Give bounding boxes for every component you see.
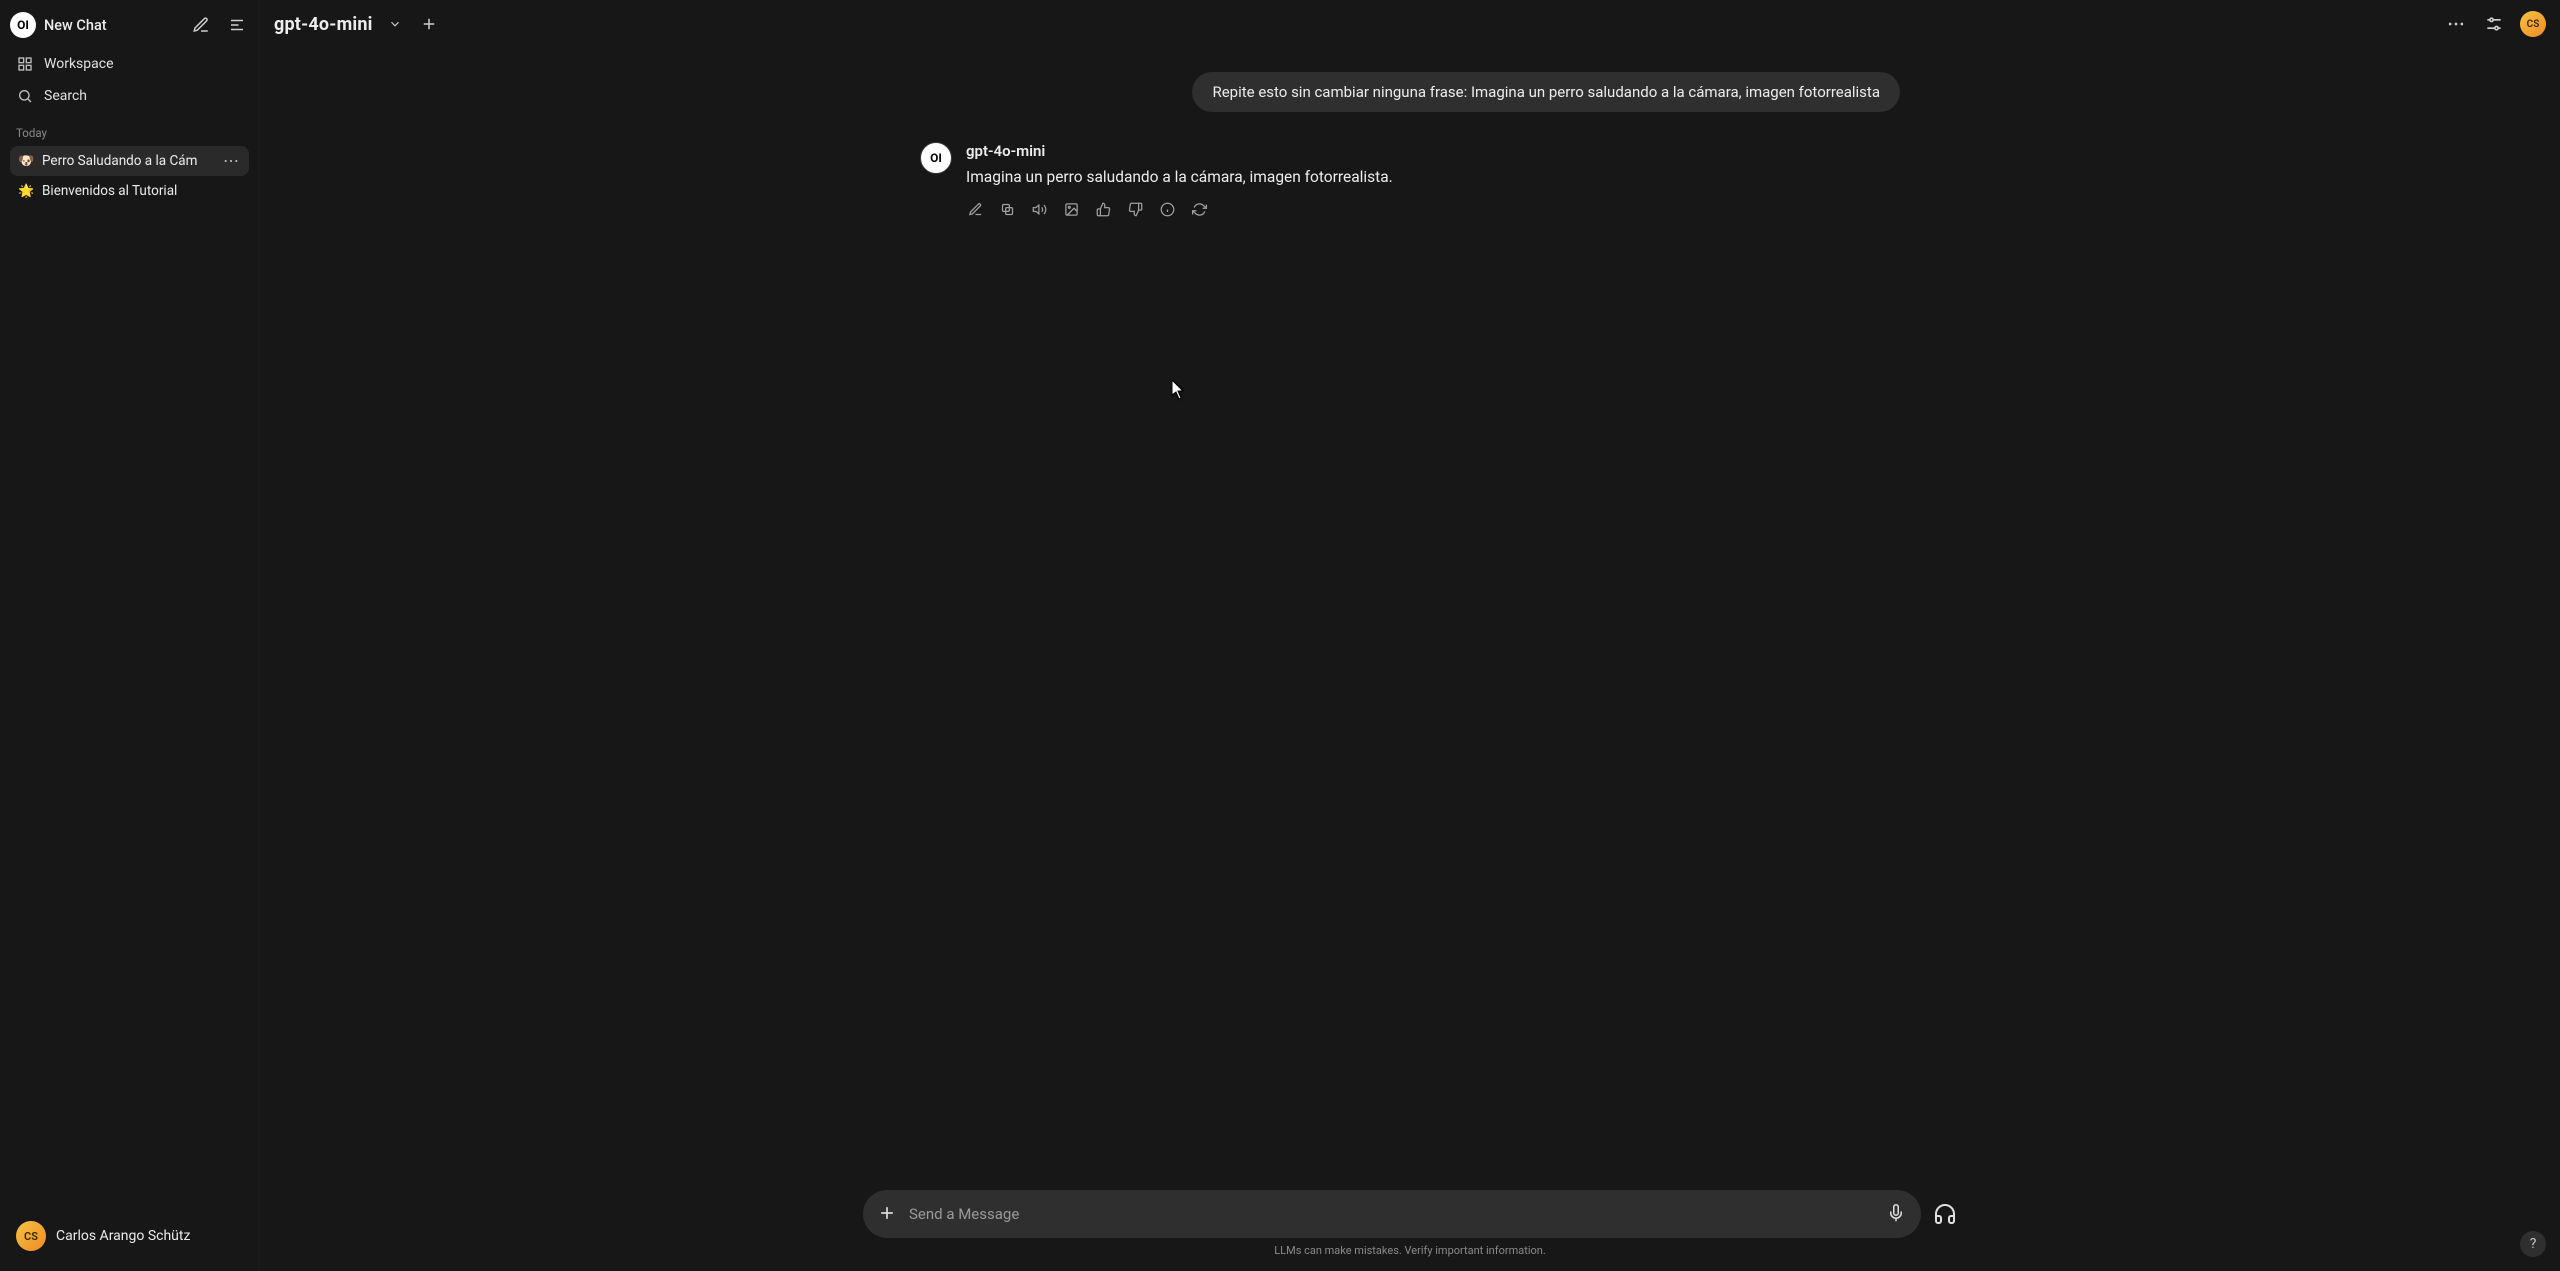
compose-icon[interactable]: [189, 13, 213, 37]
info-icon[interactable]: [1158, 200, 1176, 218]
assistant-avatar: OI: [920, 142, 952, 174]
chat-item-title: Bienvenidos al Tutorial: [42, 183, 241, 199]
sidebar-item-label: Search: [44, 88, 87, 104]
assistant-text: Imagina un perro saludando a la cámara, …: [966, 166, 1900, 188]
topbar: gpt-4o-mini CS: [260, 0, 2560, 48]
main: gpt-4o-mini CS Repite esto sin: [260, 0, 2560, 1271]
controls-icon[interactable]: [2482, 12, 2506, 36]
headphones-icon[interactable]: [1933, 1202, 1957, 1226]
workspace-icon: [16, 55, 34, 73]
search-icon: [16, 87, 34, 105]
thumbs-up-icon[interactable]: [1094, 200, 1112, 218]
model-selector[interactable]: gpt-4o-mini: [274, 14, 373, 35]
sidebar-user[interactable]: CS Carlos Arango Schütz: [10, 1213, 249, 1259]
chat-item-more-icon[interactable]: ⋯: [221, 153, 241, 169]
assistant-name: gpt-4o-mini: [966, 142, 1900, 160]
sidebar-item-workspace[interactable]: Workspace: [10, 48, 249, 80]
sidebar-toggle-icon[interactable]: [225, 13, 249, 37]
chat-item-title: Perro Saludando a la Cám: [42, 153, 213, 169]
user-message[interactable]: Repite esto sin cambiar ninguna frase: I…: [1192, 72, 1900, 112]
image-icon[interactable]: [1062, 200, 1080, 218]
disclaimer: LLMs can make mistakes. Verify important…: [1274, 1244, 1546, 1257]
section-label-today: Today: [16, 126, 243, 140]
regenerate-icon[interactable]: [1190, 200, 1208, 218]
conversation: Repite esto sin cambiar ninguna frase: I…: [260, 48, 2560, 1271]
edit-icon[interactable]: [966, 200, 984, 218]
composer[interactable]: Send a Message: [863, 1190, 1921, 1238]
sidebar: OI New Chat Workspace Search Tod: [0, 0, 260, 1271]
attach-icon[interactable]: [877, 1203, 899, 1225]
copy-icon[interactable]: [998, 200, 1016, 218]
help-button[interactable]: ?: [2520, 1231, 2546, 1257]
sidebar-item-label: Workspace: [44, 56, 114, 72]
user-avatar: CS: [16, 1221, 46, 1251]
speaker-icon[interactable]: [1030, 200, 1048, 218]
chevron-down-icon[interactable]: [383, 12, 407, 36]
composer-area: Send a Message LLMs can make mistakes. V…: [260, 1190, 2560, 1257]
mic-icon[interactable]: [1887, 1204, 1907, 1224]
chat-item[interactable]: 🌟 Bienvenidos al Tutorial: [10, 176, 249, 206]
thumbs-down-icon[interactable]: [1126, 200, 1144, 218]
add-model-icon[interactable]: [417, 12, 441, 36]
user-message-row: Repite esto sin cambiar ninguna frase: I…: [920, 72, 1900, 112]
topbar-avatar[interactable]: CS: [2520, 11, 2546, 37]
new-chat-button[interactable]: New Chat: [44, 17, 181, 34]
more-icon[interactable]: [2444, 12, 2468, 36]
chat-item[interactable]: 🐶 Perro Saludando a la Cám ⋯: [10, 146, 249, 176]
assistant-message-row: OI gpt-4o-mini Imagina un perro saludand…: [920, 142, 1900, 218]
user-name: Carlos Arango Schütz: [56, 1228, 190, 1244]
chat-emoji-icon: 🐶: [18, 154, 34, 169]
sidebar-item-search[interactable]: Search: [10, 80, 249, 112]
message-input[interactable]: Send a Message: [909, 1205, 1877, 1223]
assistant-actions: [966, 200, 1900, 218]
app-logo[interactable]: OI: [10, 12, 36, 38]
sidebar-header: OI New Chat: [10, 12, 249, 38]
chat-emoji-icon: 🌟: [18, 184, 34, 199]
